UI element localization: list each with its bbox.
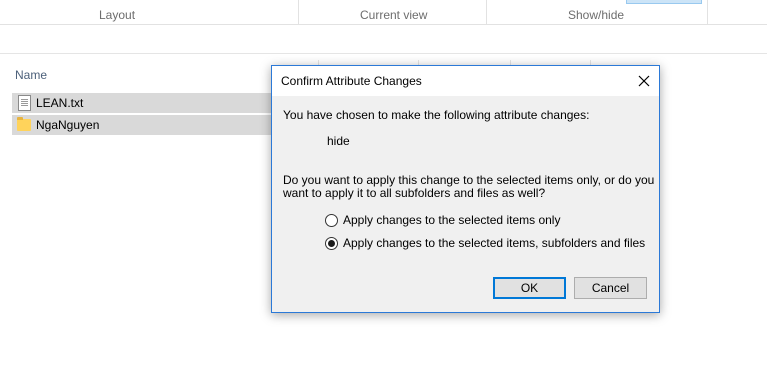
dialog-question-line2: want to apply it to all subfolders and f… (283, 186, 546, 200)
text-file-icon (17, 95, 31, 111)
ribbon-divider (298, 0, 299, 24)
column-header-name[interactable]: Name (15, 68, 47, 82)
folder-icon (17, 117, 31, 133)
dialog-titlebar[interactable]: Confirm Attribute Changes (272, 66, 659, 96)
close-button[interactable] (629, 66, 659, 96)
file-name: LEAN.txt (36, 96, 84, 110)
radio-label: Apply changes to the selected items, sub… (343, 236, 646, 250)
dialog-title: Confirm Attribute Changes (281, 74, 422, 88)
ribbon-border (0, 24, 767, 25)
attribute-change-value: hide (327, 134, 350, 148)
radio-subfolders-and-files[interactable]: Apply changes to the selected items, sub… (325, 236, 645, 250)
ribbon: Layout Current view Show/hide (0, 0, 767, 25)
ribbon-divider (486, 0, 487, 24)
cancel-button[interactable]: Cancel (574, 277, 647, 299)
file-row-lean-txt[interactable]: LEAN.txt (12, 93, 274, 113)
close-icon (638, 75, 650, 87)
ribbon-group-current-view: Current view (360, 8, 428, 22)
ribbon-button[interactable] (626, 0, 702, 4)
dialog-question-line1: Do you want to apply this change to the … (283, 173, 655, 187)
ok-button[interactable]: OK (493, 277, 566, 299)
radio-button-checked[interactable] (325, 236, 338, 250)
confirm-attribute-changes-dialog: Confirm Attribute Changes You have chose… (271, 65, 660, 313)
radio-label: Apply changes to the selected items only (343, 213, 561, 227)
ribbon-divider (707, 0, 708, 24)
radio-button-unchecked[interactable] (325, 213, 338, 227)
folder-name: NgaNguyen (36, 118, 100, 132)
address-bar-area (0, 33, 767, 54)
dialog-intro-text: You have chosen to make the following at… (283, 108, 590, 122)
radio-selected-items-only[interactable]: Apply changes to the selected items only (325, 213, 560, 227)
ribbon-group-show-hide: Show/hide (568, 8, 625, 22)
ribbon-group-layout: Layout (99, 8, 136, 22)
file-row-nganguyen[interactable]: NgaNguyen (12, 115, 274, 135)
